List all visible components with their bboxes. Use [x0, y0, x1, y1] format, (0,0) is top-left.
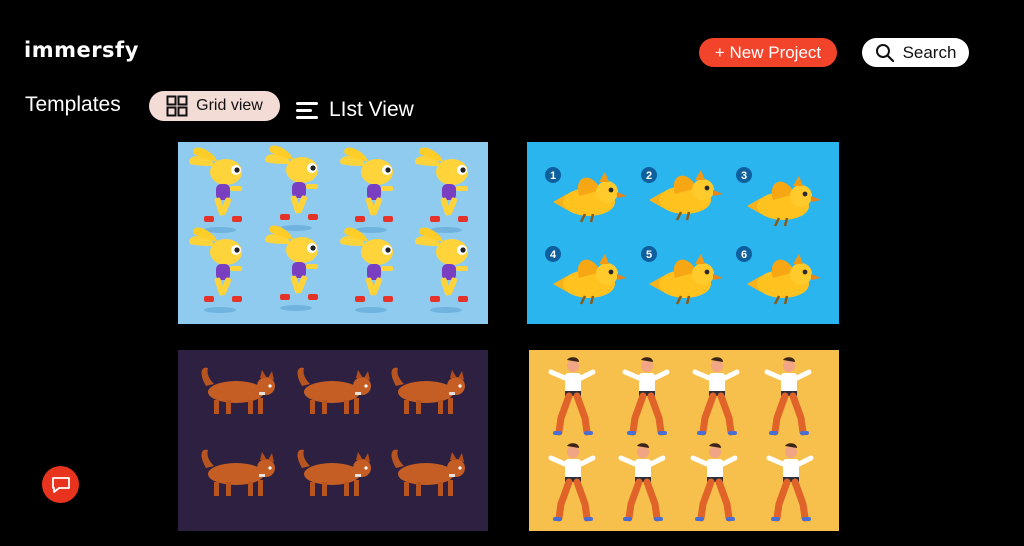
app-logo[interactable]: immersfy [24, 38, 139, 62]
template-card-martial-arts[interactable] [529, 350, 839, 531]
search-label: Search [902, 42, 957, 62]
template-card-bird-flight[interactable]: 1 2 3 4 5 6 [527, 142, 839, 324]
svg-text:5: 5 [646, 249, 652, 261]
list-view-label: LIst View [329, 98, 414, 121]
svg-text:1: 1 [550, 170, 556, 182]
svg-text:3: 3 [741, 170, 747, 182]
martial-arts-thumbnail [529, 350, 839, 531]
svg-text:4: 4 [550, 249, 557, 261]
search-button[interactable]: Search [862, 38, 969, 67]
list-view-toggle[interactable]: LIst View [296, 96, 414, 124]
list-icon [296, 102, 318, 119]
chat-button[interactable] [42, 466, 79, 503]
rabbit-run-thumbnail [189, 145, 468, 313]
chat-icon [51, 476, 70, 493]
svg-text:2: 2 [646, 170, 652, 182]
svg-text:6: 6 [741, 249, 747, 261]
grid-view-label: Grid view [196, 97, 263, 114]
grid-view-toggle[interactable]: Grid view [149, 91, 280, 121]
page-title: Templates [25, 93, 121, 116]
bird-flight-thumbnail: 1 2 3 4 5 6 [545, 167, 823, 306]
cat-walk-thumbnail [201, 367, 465, 496]
new-project-button[interactable]: + New Project [699, 38, 837, 67]
new-project-label: + New Project [714, 42, 822, 62]
grid-icon [166, 95, 188, 117]
search-icon [875, 43, 894, 62]
template-card-rabbit-run[interactable] [178, 142, 488, 324]
template-card-cat-walk[interactable] [178, 350, 488, 531]
